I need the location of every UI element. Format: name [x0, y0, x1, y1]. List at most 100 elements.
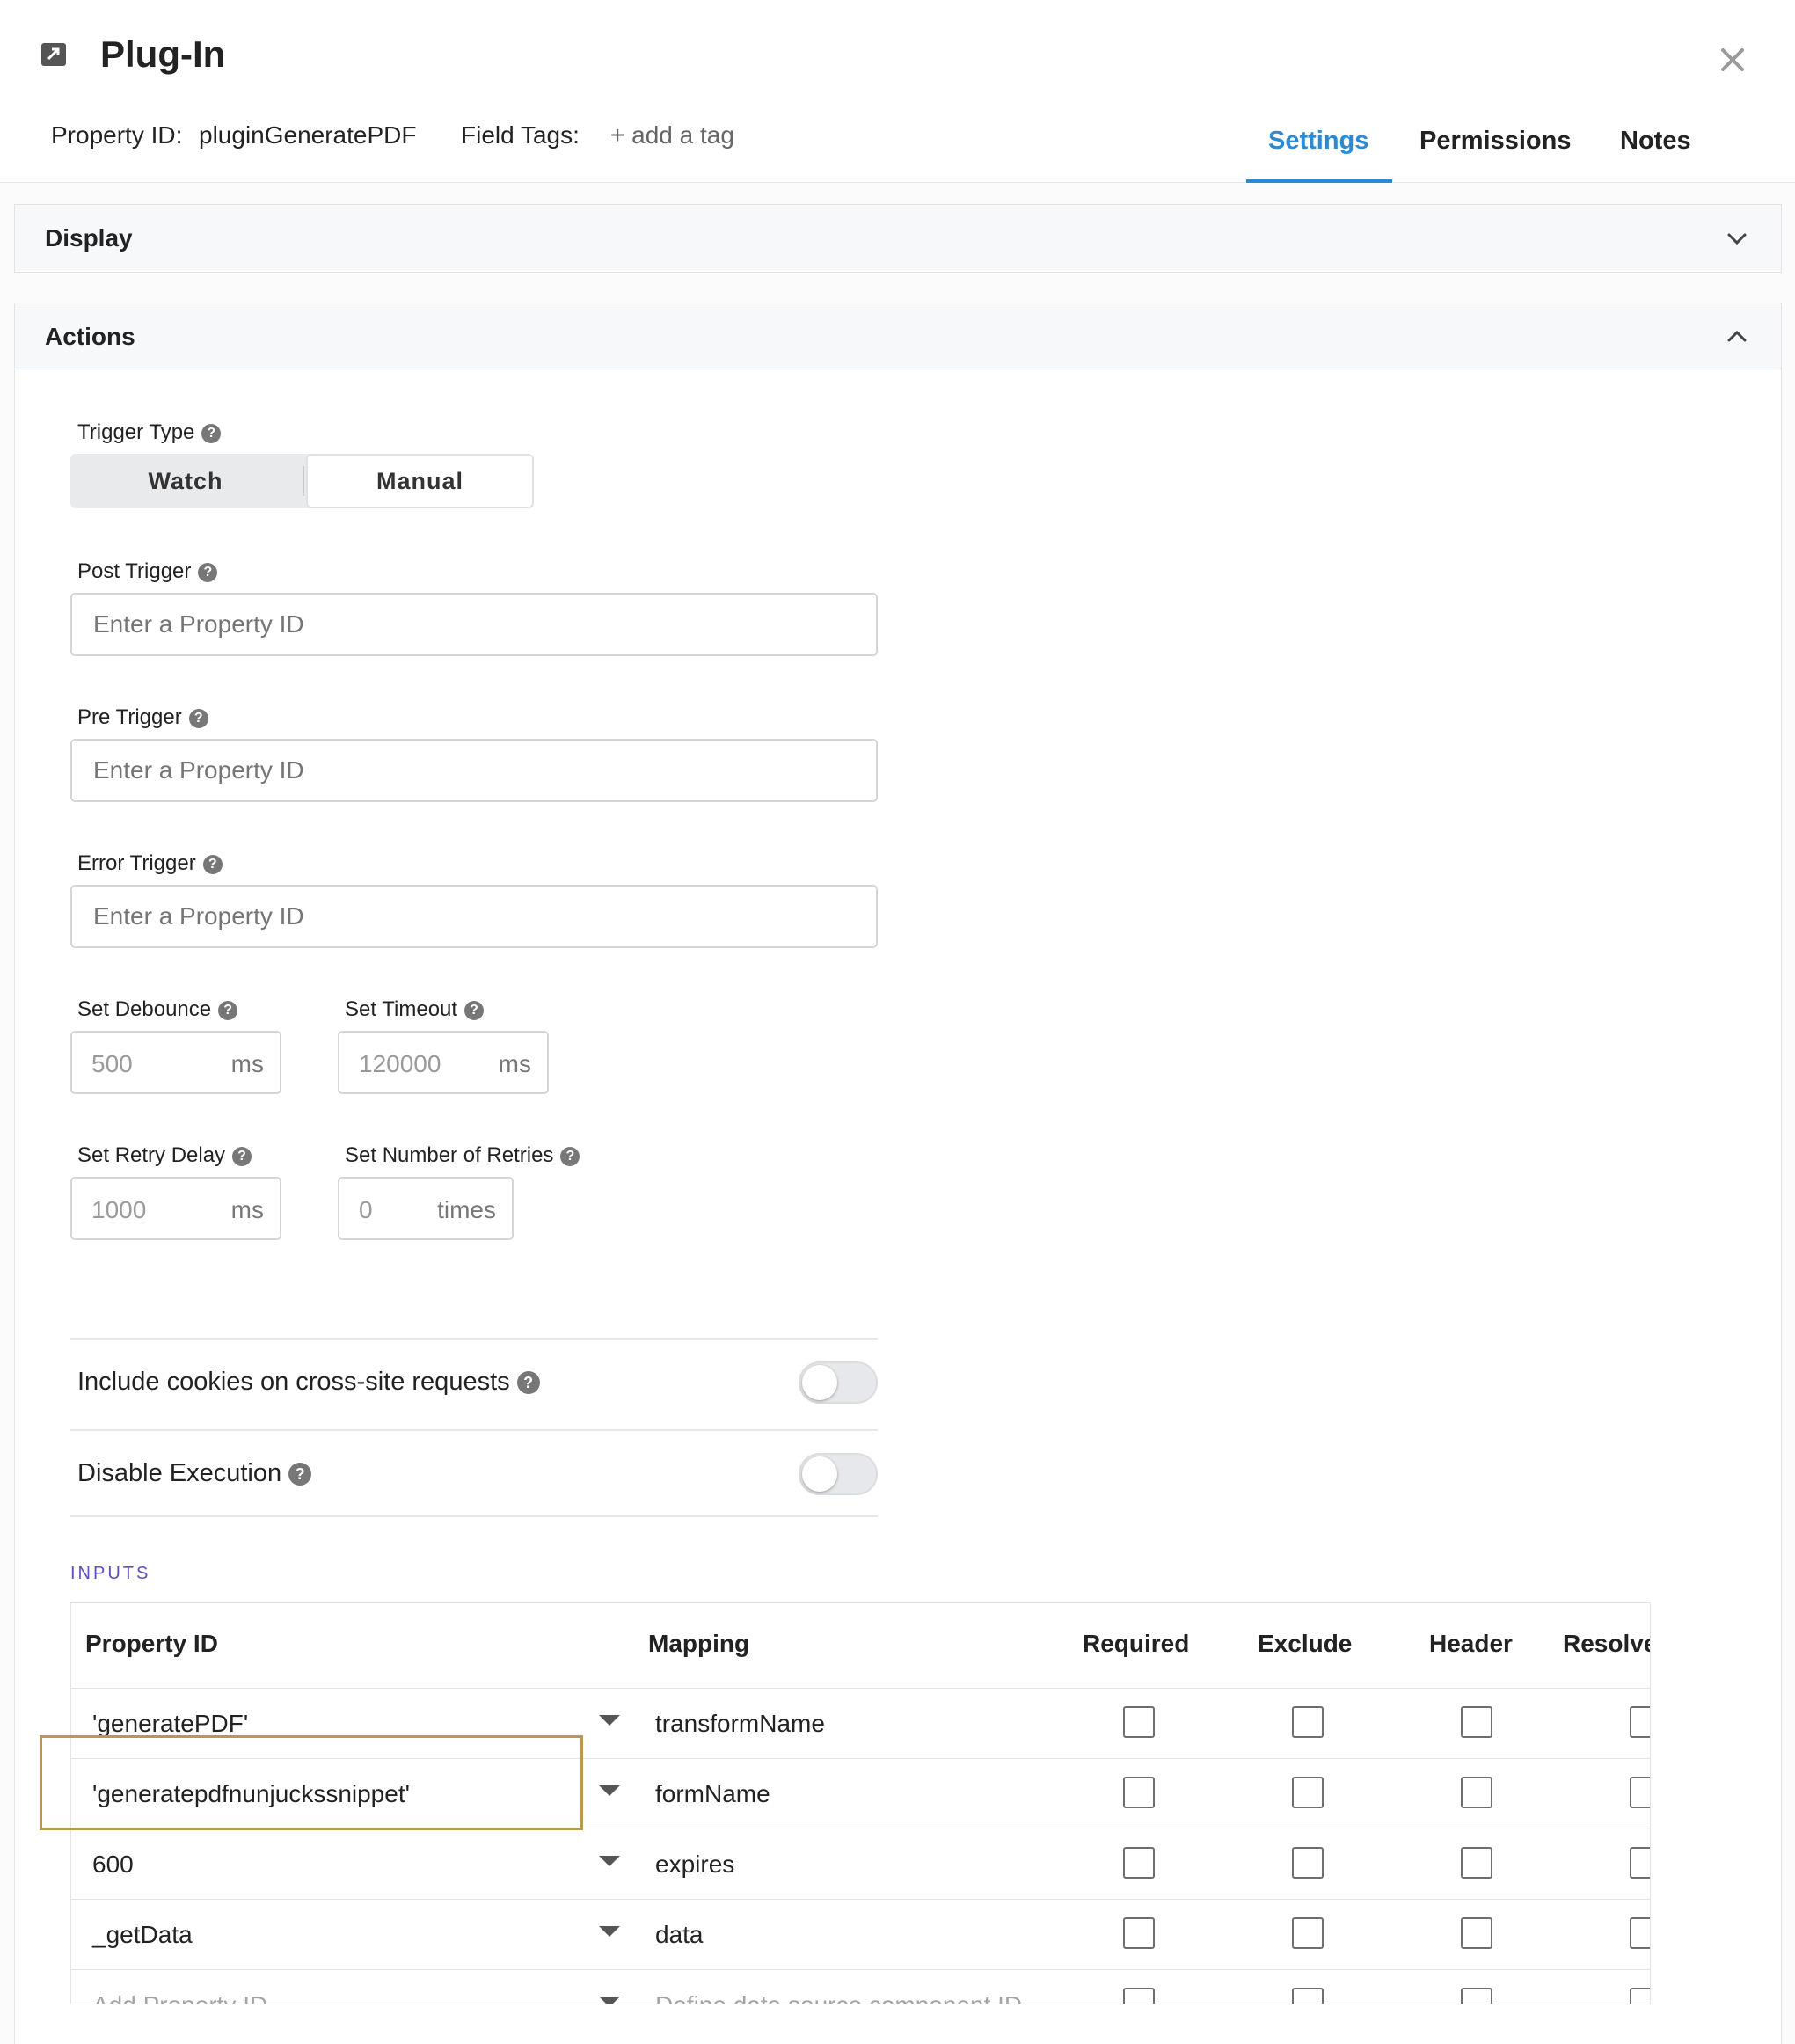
header-checkbox[interactable]	[1461, 1777, 1492, 1808]
timeout-label: Set Timeout?	[345, 997, 485, 1022]
dropdown-caret-icon[interactable]	[599, 1715, 620, 1726]
row-property-id[interactable]: 'generatePDF'	[92, 1710, 248, 1738]
row-mapping[interactable]: expires	[655, 1851, 734, 1879]
debounce-unit: ms	[230, 1050, 264, 1077]
toggle-knob	[802, 1456, 837, 1492]
chevron-up-icon[interactable]	[1725, 325, 1749, 349]
exclude-checkbox[interactable]	[1292, 1847, 1324, 1879]
help-icon[interactable]: ?	[201, 424, 222, 443]
column-header-header: Header	[1429, 1630, 1513, 1657]
actions-panel-header[interactable]: Actions	[15, 303, 1781, 369]
table-row: 'generatePDF' transformName	[71, 1688, 1650, 1758]
disable-execution-label: Disable Execution?	[77, 1459, 312, 1488]
retry-delay-input[interactable]: 1000 ms	[70, 1177, 281, 1240]
timeout-unit: ms	[498, 1050, 531, 1077]
pre-trigger-input[interactable]	[70, 739, 878, 802]
disable-execution-toggle[interactable]	[799, 1453, 878, 1495]
required-checkbox[interactable]	[1123, 1777, 1155, 1808]
header-checkbox[interactable]	[1461, 1917, 1492, 1949]
resolve-checkbox[interactable]	[1630, 1777, 1650, 1808]
external-link-icon	[41, 43, 66, 66]
inputs-table: Property ID Mapping Required Exclude Hea…	[70, 1602, 1651, 2004]
help-icon[interactable]: ?	[464, 1001, 485, 1020]
add-tag-link[interactable]: + add a tag	[610, 121, 734, 150]
retries-input[interactable]: 0 times	[338, 1177, 514, 1240]
retry-delay-value: 1000	[91, 1196, 147, 1223]
resolve-checkbox[interactable]	[1630, 1706, 1650, 1738]
resolve-checkbox[interactable]	[1630, 1847, 1650, 1879]
define-data-source-input[interactable]: Define data source component ID	[655, 1991, 1022, 2004]
header-checkbox[interactable]	[1461, 1706, 1492, 1738]
error-trigger-input[interactable]	[70, 885, 878, 948]
toggle-knob	[802, 1365, 837, 1400]
column-header-exclude: Exclude	[1258, 1630, 1353, 1657]
column-header-resolve: Resolve	[1563, 1630, 1651, 1657]
property-id-value: pluginGeneratePDF	[199, 121, 417, 149]
resolve-checkbox[interactable]	[1630, 1917, 1650, 1949]
close-icon[interactable]	[1715, 42, 1750, 77]
field-tags-label: Field Tags:	[461, 121, 580, 149]
row-property-id[interactable]: _getData	[92, 1921, 193, 1949]
divider	[70, 1338, 878, 1340]
tab-notes[interactable]: Notes	[1620, 127, 1691, 156]
timeout-value: 120000	[359, 1050, 441, 1077]
exclude-checkbox[interactable]	[1292, 1988, 1324, 2004]
dropdown-caret-icon[interactable]	[599, 1997, 620, 2004]
required-checkbox[interactable]	[1123, 1706, 1155, 1738]
timeout-input[interactable]: 120000 ms	[338, 1031, 549, 1094]
column-header-property-id: Property ID	[85, 1630, 218, 1657]
debounce-input[interactable]: 500 ms	[70, 1031, 281, 1094]
modal-title: Plug-In	[100, 33, 226, 75]
retry-delay-unit: ms	[230, 1196, 264, 1223]
trigger-type-label: Trigger Type?	[77, 420, 222, 445]
dropdown-caret-icon[interactable]	[599, 1926, 620, 1937]
trigger-type-toggle: Watch Manual	[70, 454, 534, 508]
include-cookies-label: Include cookies on cross-site requests?	[77, 1368, 540, 1397]
dropdown-caret-icon[interactable]	[599, 1785, 620, 1796]
tab-settings[interactable]: Settings	[1268, 127, 1368, 156]
column-header-required: Required	[1083, 1630, 1190, 1657]
include-cookies-toggle[interactable]	[799, 1361, 878, 1404]
help-icon[interactable]: ?	[218, 1001, 238, 1020]
table-row: 'generatepdfnunjuckssnippet' formName	[71, 1758, 1650, 1829]
exclude-checkbox[interactable]	[1292, 1777, 1324, 1808]
row-mapping[interactable]: data	[655, 1921, 704, 1949]
inputs-heading: INPUTS	[70, 1564, 151, 1583]
help-icon[interactable]: ?	[560, 1147, 580, 1166]
row-property-id[interactable]: 600	[92, 1851, 134, 1879]
row-property-id[interactable]: 'generatepdfnunjuckssnippet'	[92, 1780, 410, 1808]
add-property-id-input[interactable]: Add Property ID	[92, 1991, 267, 2004]
required-checkbox[interactable]	[1123, 1917, 1155, 1949]
row-mapping[interactable]: transformName	[655, 1710, 825, 1738]
debounce-label: Set Debounce?	[77, 997, 238, 1022]
help-icon[interactable]: ?	[198, 563, 218, 582]
help-icon[interactable]: ?	[516, 1371, 540, 1394]
required-checkbox[interactable]	[1123, 1847, 1155, 1879]
trigger-watch-button[interactable]: Watch	[70, 454, 301, 508]
help-icon[interactable]: ?	[188, 709, 208, 728]
tab-permissions[interactable]: Permissions	[1419, 127, 1571, 156]
header-checkbox[interactable]	[1461, 1988, 1492, 2004]
help-icon[interactable]: ?	[202, 855, 223, 874]
help-icon[interactable]: ?	[232, 1147, 252, 1166]
display-panel-header[interactable]: Display	[15, 205, 1781, 271]
table-row-new: Add Property ID Define data source compo…	[71, 1969, 1650, 2004]
row-mapping[interactable]: formName	[655, 1780, 770, 1808]
exclude-checkbox[interactable]	[1292, 1706, 1324, 1738]
exclude-checkbox[interactable]	[1292, 1917, 1324, 1949]
resolve-checkbox[interactable]	[1630, 1988, 1650, 2004]
column-header-mapping: Mapping	[648, 1630, 750, 1657]
divider	[70, 1429, 878, 1431]
dropdown-caret-icon[interactable]	[599, 1856, 620, 1866]
trigger-manual-button[interactable]: Manual	[306, 454, 534, 508]
retries-label: Set Number of Retries?	[345, 1143, 580, 1168]
post-trigger-input[interactable]	[70, 593, 878, 656]
chevron-down-icon[interactable]	[1725, 226, 1749, 251]
table-row: 600 expires	[71, 1829, 1650, 1899]
header-checkbox[interactable]	[1461, 1847, 1492, 1879]
divider	[70, 1515, 878, 1517]
retries-unit: times	[437, 1196, 496, 1223]
required-checkbox[interactable]	[1123, 1988, 1155, 2004]
error-trigger-label: Error Trigger?	[77, 851, 223, 876]
help-icon[interactable]: ?	[288, 1463, 312, 1486]
